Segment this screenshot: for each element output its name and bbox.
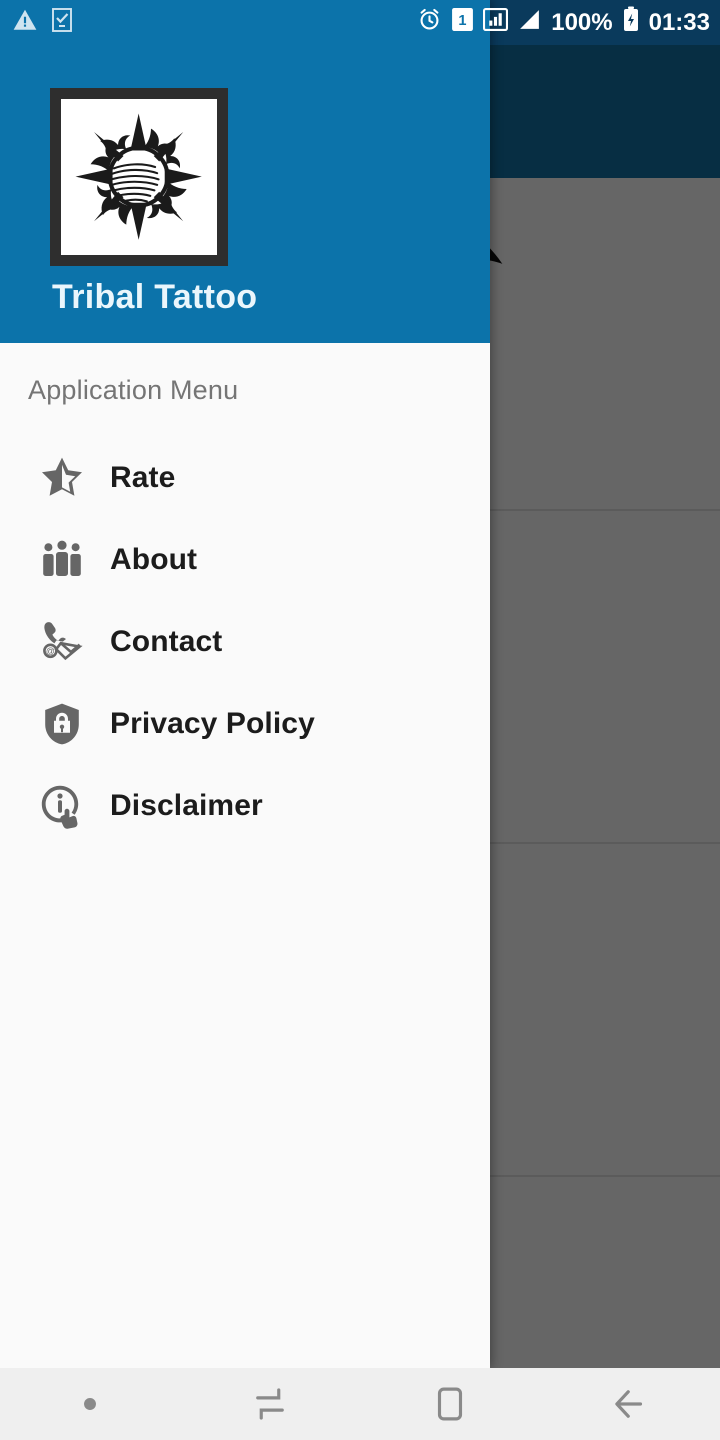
recents-icon[interactable] [180, 1368, 360, 1440]
drawer-header: Tribal Tattoo [0, 0, 490, 343]
menu-item-label: Rate [110, 461, 176, 494]
menu-item-disclaimer[interactable]: Disclaimer [0, 765, 490, 847]
menu-item-about[interactable]: About [0, 519, 490, 601]
warning-triangle-icon [12, 7, 38, 38]
menu-item-label: Privacy Policy [110, 707, 315, 740]
menu-item-privacy-policy[interactable]: Privacy Policy [0, 683, 490, 765]
people-group-icon [36, 534, 88, 586]
menu-item-contact[interactable]: @ Contact [0, 601, 490, 683]
note-check-icon [50, 7, 74, 38]
app-screen: Gallery 2 Ga [0, 0, 720, 1440]
svg-text:@: @ [46, 646, 55, 656]
menu-item-label: Disclaimer [110, 789, 263, 822]
app-title: Tribal Tattoo [52, 278, 258, 316]
menu-item-label: Contact [110, 625, 223, 658]
info-hand-icon [36, 780, 88, 832]
tribal-sun-logo [50, 88, 228, 266]
menu-item-rate[interactable]: Rate [0, 437, 490, 519]
status-bar-left-icons [12, 0, 74, 45]
menu-section-label: Application Menu [28, 375, 239, 405]
home-icon[interactable] [360, 1368, 540, 1440]
menu-item-label: About [110, 543, 198, 576]
system-navigation-bar [0, 1368, 720, 1440]
shield-lock-icon [36, 698, 88, 750]
phone-envelope-at-icon: @ [36, 616, 88, 668]
star-half-icon [36, 452, 88, 504]
navigation-drawer: Tribal Tattoo Application Menu Rate Abou… [0, 0, 490, 1368]
drawer-menu-list: Rate About @ Contact Privacy Policy Disc… [0, 437, 490, 847]
dot-indicator-icon[interactable] [0, 1368, 180, 1440]
status-bar [0, 0, 490, 45]
back-icon[interactable] [540, 1368, 720, 1440]
